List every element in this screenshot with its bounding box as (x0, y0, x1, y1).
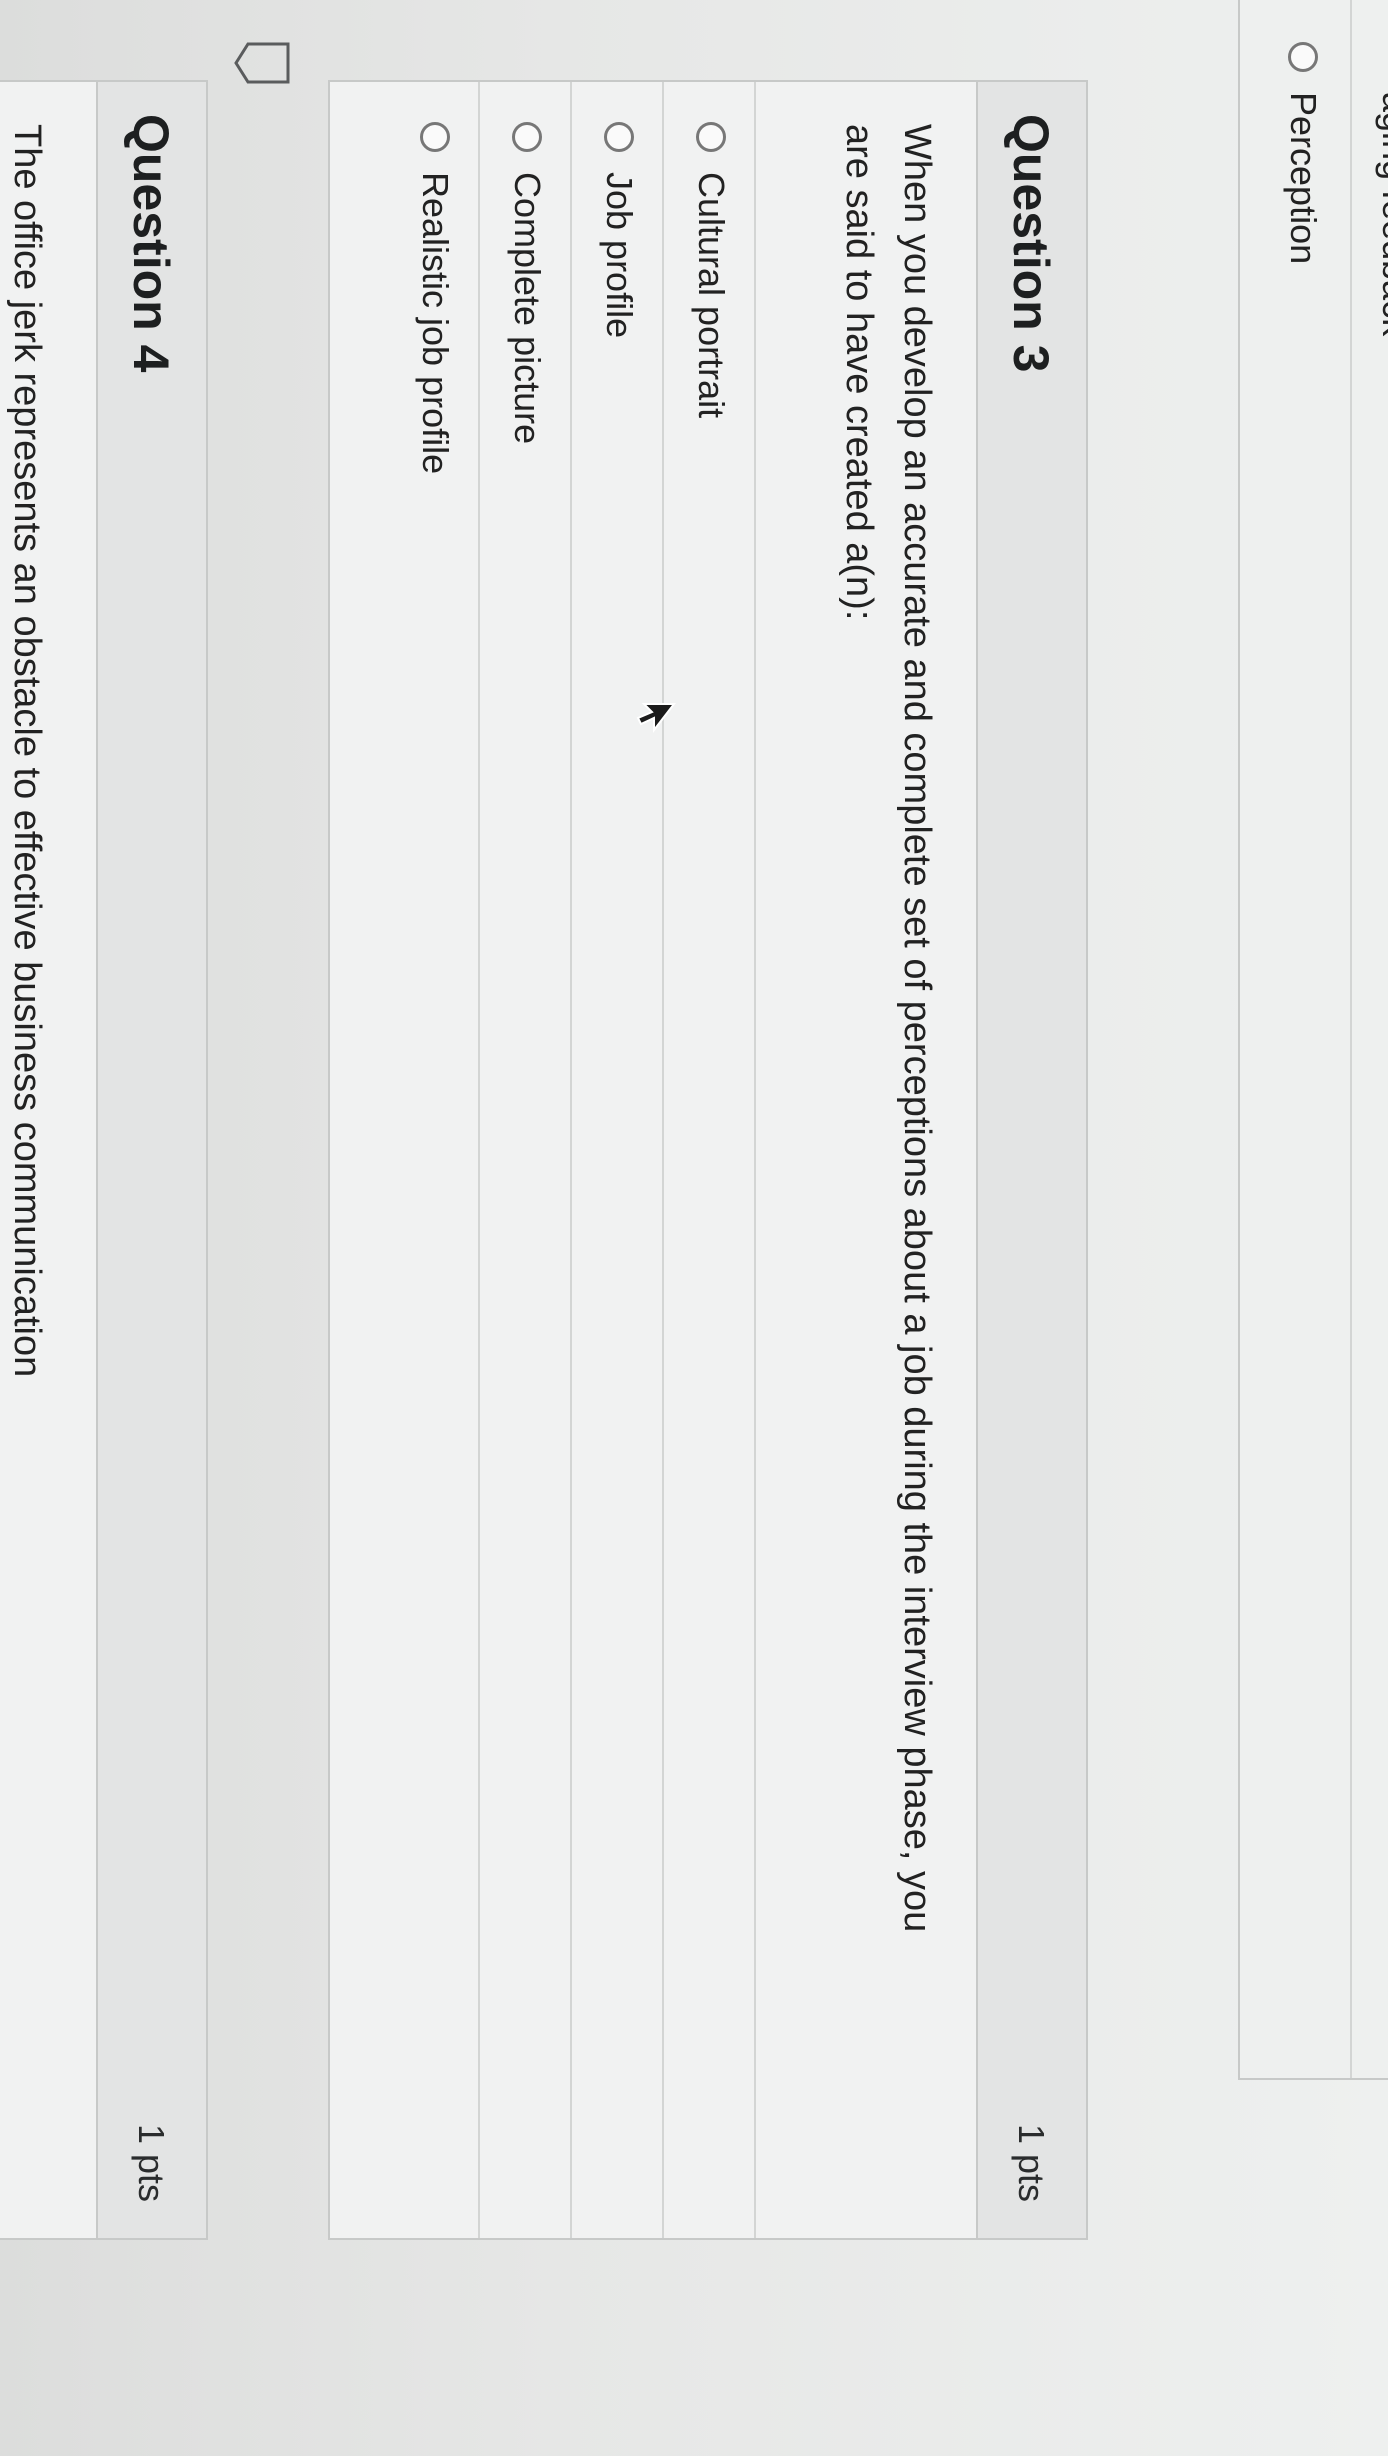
answer-option[interactable]: Job profile (572, 82, 664, 2238)
previous-option-label: Perception (1283, 92, 1324, 265)
question-4-points: 1 pts (131, 2123, 172, 2202)
radio-button[interactable] (420, 122, 450, 152)
answer-label: Realistic job profile (415, 172, 456, 475)
question-3-card: Question 3 1 pts When you develop an acc… (328, 80, 1088, 2240)
answer-option[interactable]: Cultural portrait (664, 82, 756, 2238)
question-4-text: The office jerk represents an obstacle t… (6, 124, 48, 1378)
answer-label: Job profile (599, 172, 640, 339)
previous-answer-row[interactable]: aging feedback (1350, 0, 1388, 2078)
previous-question-card: aging feedback Perception (1238, 0, 1388, 2080)
radio-button[interactable] (696, 122, 726, 152)
answer-option[interactable]: Realistic job profile (388, 82, 480, 2238)
question-4-card: Question 4 1 pts The office jerk represe… (0, 80, 208, 2240)
answer-label: Cultural portrait (691, 172, 732, 419)
question-4-title: Question 4 (123, 114, 179, 373)
question-3-title: Question 3 (1003, 114, 1059, 373)
previous-answer-row[interactable]: Perception (1256, 0, 1350, 2078)
answer-label: Complete picture (507, 172, 548, 445)
mouse-cursor-icon (636, 703, 677, 733)
answer-option[interactable]: Complete picture (480, 82, 572, 2238)
question-4-header: Question 4 1 pts (96, 82, 206, 2238)
flag-icon[interactable] (232, 40, 292, 86)
radio-button[interactable] (1288, 42, 1318, 72)
radio-button[interactable] (512, 122, 542, 152)
question-3-text: When you develop an accurate and complet… (838, 124, 938, 1933)
radio-button[interactable] (604, 122, 634, 152)
quiz-page: aging feedback Perception Question 3 1 p… (0, 0, 1388, 2456)
question-3-header: Question 3 1 pts (976, 82, 1086, 2238)
question-3-points: 1 pts (1011, 2123, 1052, 2202)
previous-option-label-partial: aging feedback (1375, 92, 1388, 337)
